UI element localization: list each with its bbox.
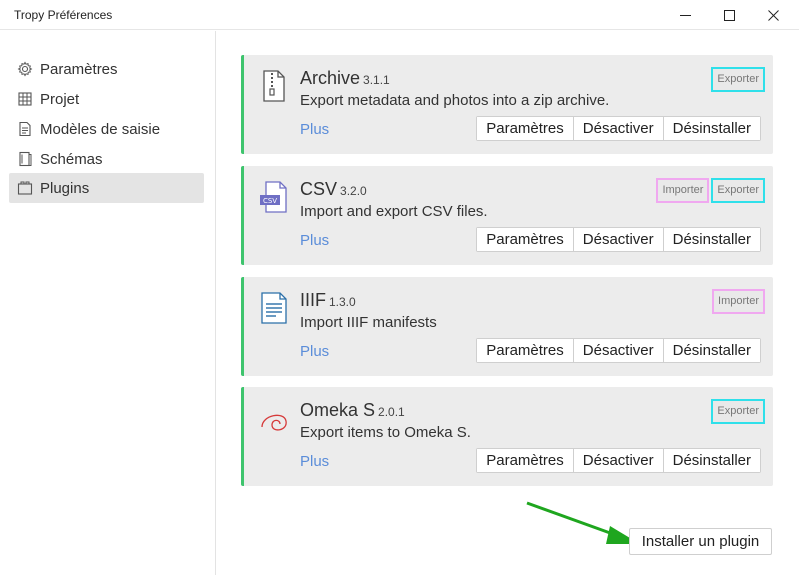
annotation-arrow-icon <box>526 501 640 544</box>
settings-button[interactable]: Paramètres <box>477 339 573 362</box>
minimize-icon <box>679 14 691 16</box>
export-tag: Exporter <box>711 399 765 424</box>
maximize-button[interactable] <box>707 0 751 30</box>
disable-button[interactable]: Désactiver <box>572 339 663 362</box>
sidebar-item-label: Projet <box>40 90 80 108</box>
sidebar-item-label: Schémas <box>40 150 103 168</box>
plugin-description: Import IIIF manifests <box>300 314 437 331</box>
zip-file-icon <box>258 69 290 105</box>
plugin-actions: Paramètres Désactiver Désinstaller <box>476 227 761 252</box>
plugin-description: Import and export CSV files. <box>300 203 488 220</box>
plugin-icon <box>17 180 33 196</box>
plugin-version: 2.0.1 <box>378 405 405 419</box>
sidebar-item-label: Modèles de saisie <box>40 120 161 138</box>
plugin-more-link[interactable]: Plus <box>300 343 329 360</box>
document-icon <box>258 291 290 327</box>
window-title: Tropy Préférences <box>14 8 113 22</box>
project-icon <box>17 91 33 107</box>
plugin-card-archive: Archive 3.1.1 Export metadata and photos … <box>241 55 773 154</box>
install-plugin-button[interactable]: Installer un plugin <box>629 528 772 555</box>
sidebar-item-plugins[interactable]: Plugins <box>9 173 204 203</box>
plugin-description: Export items to Omeka S. <box>300 424 471 441</box>
settings-button[interactable]: Paramètres <box>477 228 573 251</box>
plugins-panel: Archive 3.1.1 Export metadata and photos … <box>217 31 799 575</box>
csv-file-icon: CSV <box>258 180 290 216</box>
plugin-tags: Exporter <box>711 399 765 424</box>
plugin-tags: Exporter <box>711 67 765 92</box>
plugin-name: Archive 3.1.1 <box>300 68 390 88</box>
import-tag: Importer <box>712 289 765 314</box>
sidebar-item-modeles[interactable]: Modèles de saisie <box>9 114 204 144</box>
plugin-card-csv: CSV CSV 3.2.0 Import and export CSV files… <box>241 166 773 265</box>
preferences-sidebar: Paramètres Projet Modèles de saisie Sché… <box>0 31 216 575</box>
uninstall-button[interactable]: Désinstaller <box>662 228 760 251</box>
disable-button[interactable]: Désactiver <box>572 117 663 140</box>
plugin-name: IIIF 1.3.0 <box>300 290 356 310</box>
export-tag: Exporter <box>711 178 765 203</box>
sidebar-item-schemas[interactable]: Schémas <box>9 144 204 174</box>
uninstall-button[interactable]: Désinstaller <box>662 117 760 140</box>
import-tag: Importer <box>656 178 710 203</box>
svg-text:CSV: CSV <box>263 197 277 205</box>
gear-icon <box>17 61 33 77</box>
plugin-tags: Importer Exporter <box>656 178 765 203</box>
plugin-card-iiif: IIIF 1.3.0 Import IIIF manifests Plus Imp… <box>241 277 773 376</box>
plugin-version: 3.1.1 <box>363 73 390 87</box>
disable-button[interactable]: Désactiver <box>572 449 663 472</box>
plugin-name: Omeka S 2.0.1 <box>300 400 405 420</box>
omeka-swirl-icon <box>258 401 290 437</box>
uninstall-button[interactable]: Désinstaller <box>662 339 760 362</box>
plugin-card-omeka-s: Omeka S 2.0.1 Export items to Omeka S. Pl… <box>241 387 773 486</box>
disable-button[interactable]: Désactiver <box>572 228 663 251</box>
schema-icon <box>17 151 33 167</box>
plugin-actions: Paramètres Désactiver Désinstaller <box>476 116 761 141</box>
plugin-more-link[interactable]: Plus <box>300 121 329 138</box>
plugin-version: 1.3.0 <box>329 295 356 309</box>
settings-button[interactable]: Paramètres <box>477 449 573 472</box>
export-tag: Exporter <box>711 67 765 92</box>
maximize-icon <box>723 9 735 21</box>
minimize-button[interactable] <box>663 0 707 30</box>
title-bar: Tropy Préférences <box>0 0 799 30</box>
plugin-more-link[interactable]: Plus <box>300 232 329 249</box>
sidebar-item-label: Paramètres <box>40 60 118 78</box>
plugin-tags: Importer <box>712 289 765 314</box>
template-icon <box>17 121 33 137</box>
close-button[interactable] <box>751 0 795 30</box>
sidebar-item-label: Plugins <box>40 179 90 197</box>
plugin-description: Export metadata and photos into a zip ar… <box>300 92 610 109</box>
close-icon <box>767 9 779 21</box>
sidebar-item-parametres[interactable]: Paramètres <box>9 54 204 84</box>
settings-button[interactable]: Paramètres <box>477 117 573 140</box>
plugin-name: CSV 3.2.0 <box>300 179 367 199</box>
plugin-version: 3.2.0 <box>340 184 367 198</box>
sidebar-item-projet[interactable]: Projet <box>9 84 204 114</box>
uninstall-button[interactable]: Désinstaller <box>662 449 760 472</box>
plugin-more-link[interactable]: Plus <box>300 453 329 470</box>
plugin-actions: Paramètres Désactiver Désinstaller <box>476 338 761 363</box>
plugin-actions: Paramètres Désactiver Désinstaller <box>476 448 761 473</box>
